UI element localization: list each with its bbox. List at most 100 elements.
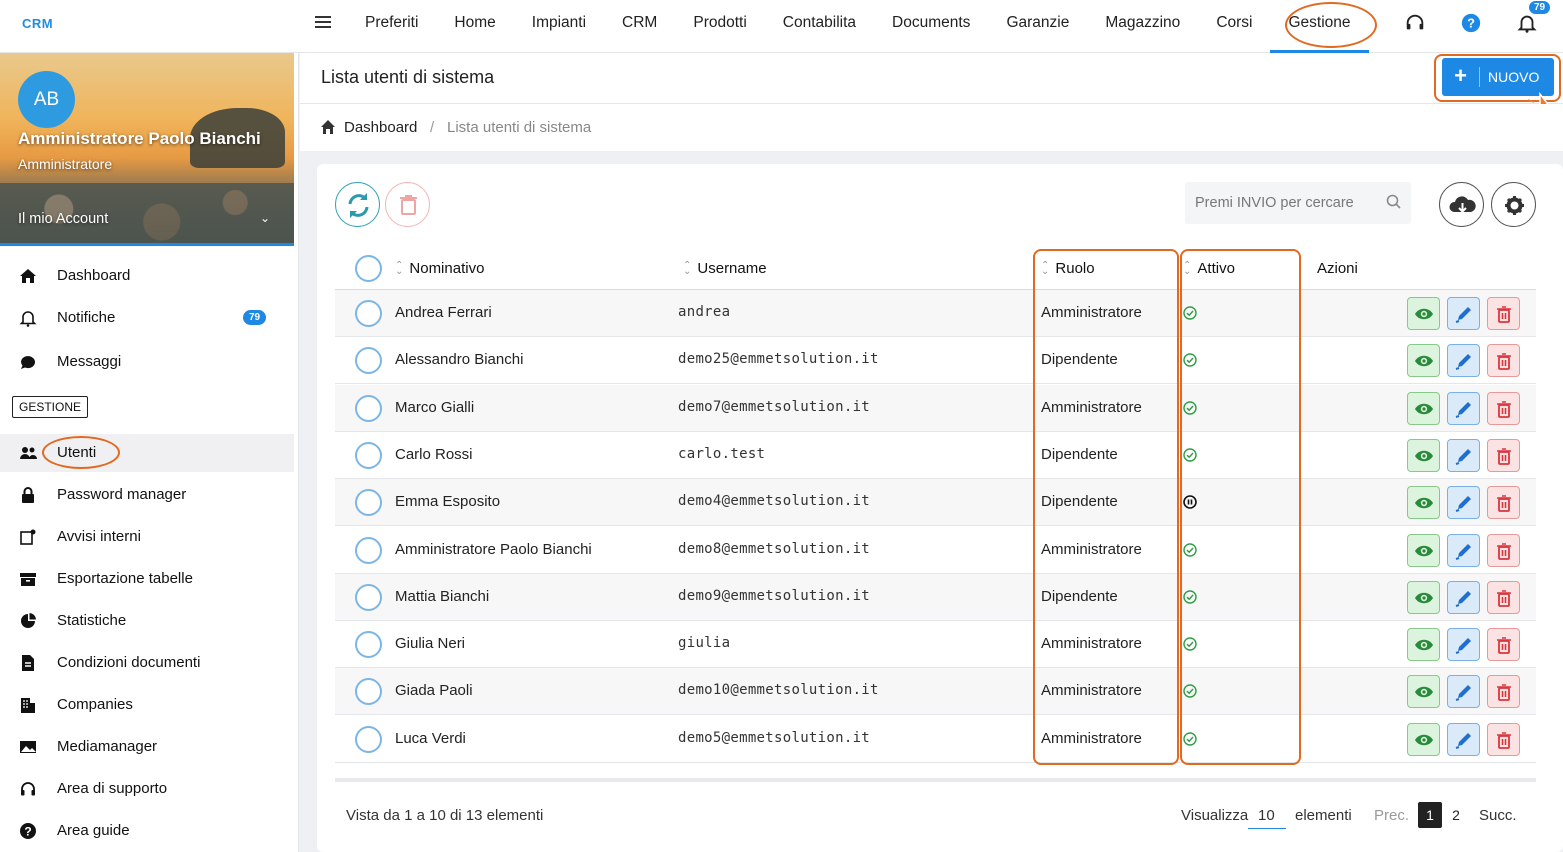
table-row[interactable]: Marco Gialli demo7@emmetsolution.it Ammini…: [335, 384, 1536, 432]
delete-button[interactable]: [1487, 486, 1520, 520]
my-account-toggle[interactable]: Il mio Account: [18, 211, 108, 227]
chevron-down-icon[interactable]: ⌄: [260, 211, 270, 225]
table-row[interactable]: Amministratore Paolo Bianchi demo8@emmets…: [335, 527, 1536, 574]
edit-button[interactable]: [1447, 675, 1480, 709]
delete-button[interactable]: [1487, 438, 1520, 472]
sidebar-item-area-di-supporto[interactable]: Area di supporto: [0, 770, 294, 808]
row-checkbox[interactable]: [355, 631, 382, 659]
delete-button[interactable]: [1487, 675, 1520, 709]
nav-tab-crm[interactable]: CRM: [604, 0, 675, 53]
sidebar-item-esportazione-tabelle[interactable]: Esportazione tabelle: [0, 560, 294, 598]
view-button[interactable]: [1407, 580, 1440, 614]
table-row[interactable]: Carlo Rossi carlo.test Dipendente: [335, 432, 1536, 479]
column-header-nominativo[interactable]: ⌃ ⌄ Nominativo: [395, 260, 484, 277]
table-row[interactable]: Alessandro Bianchi demo25@emmetsolution.i…: [335, 337, 1536, 385]
edit-button[interactable]: [1447, 722, 1480, 756]
row-checkbox[interactable]: [355, 536, 382, 564]
avatar[interactable]: AB: [18, 71, 75, 128]
nav-tab-prodotti[interactable]: Prodotti: [675, 0, 764, 53]
sidebar-item-area-guide[interactable]: ? Area guide: [0, 812, 294, 850]
delete-button[interactable]: [1487, 391, 1520, 425]
page-number-button[interactable]: 2: [1444, 802, 1468, 828]
row-checkbox[interactable]: [355, 678, 382, 706]
nav-tab-contabilita[interactable]: Contabilita: [765, 0, 874, 53]
table-row[interactable]: Luca Verdi demo5@emmetsolution.it Amminist…: [335, 716, 1536, 763]
nav-tab-corsi[interactable]: Corsi: [1198, 0, 1270, 53]
hamburger-menu-icon[interactable]: [315, 13, 331, 33]
edit-button[interactable]: [1447, 391, 1480, 425]
refresh-button[interactable]: [335, 182, 380, 227]
sidebar-item-condizioni-documenti[interactable]: Condizioni documenti: [0, 644, 294, 682]
sidebar-item-mediamanager[interactable]: Mediamanager: [0, 728, 294, 766]
view-button[interactable]: [1407, 438, 1440, 472]
column-header-attivo[interactable]: ⌃ ⌄ Attivo: [1183, 260, 1235, 277]
breadcrumb-dashboard[interactable]: Dashboard: [344, 119, 417, 136]
sidebar-item-avvisi-interni[interactable]: Avvisi interni: [0, 518, 294, 556]
next-page-button[interactable]: Succ.: [1479, 807, 1517, 824]
edit-button[interactable]: [1447, 580, 1480, 614]
sidebar-item-notifiche[interactable]: Notifiche 79: [0, 299, 294, 337]
nav-tab-home[interactable]: Home: [436, 0, 513, 53]
sidebar-item-utenti[interactable]: Utenti: [0, 434, 294, 472]
view-button[interactable]: [1407, 297, 1440, 330]
horizontal-scrollbar[interactable]: [335, 778, 1536, 782]
delete-button[interactable]: [1487, 533, 1520, 567]
sidebar-item-statistiche[interactable]: Statistiche: [0, 602, 294, 640]
settings-button[interactable]: [1491, 182, 1536, 227]
row-checkbox[interactable]: [355, 300, 382, 327]
bulk-delete-button[interactable]: [385, 182, 430, 227]
row-checkbox[interactable]: [355, 347, 382, 375]
row-checkbox[interactable]: [355, 489, 382, 517]
column-header-ruolo[interactable]: ⌃ ⌄ Ruolo: [1041, 260, 1095, 277]
view-button[interactable]: [1407, 675, 1440, 709]
edit-button[interactable]: [1447, 438, 1480, 472]
delete-button[interactable]: [1487, 580, 1520, 614]
home-icon[interactable]: [320, 119, 336, 135]
nav-tab-gestione[interactable]: Gestione: [1270, 0, 1369, 53]
view-button[interactable]: [1407, 486, 1440, 520]
edit-button[interactable]: [1447, 628, 1480, 662]
view-button[interactable]: [1407, 628, 1440, 662]
edit-button[interactable]: [1447, 297, 1480, 330]
edit-button[interactable]: [1447, 533, 1480, 567]
nav-tab-preferiti[interactable]: Preferiti: [347, 0, 436, 53]
nav-tab-garanzie[interactable]: Garanzie: [988, 0, 1087, 53]
nav-tab-magazzino[interactable]: Magazzino: [1087, 0, 1198, 53]
edit-button[interactable]: [1447, 486, 1480, 520]
table-row[interactable]: Emma Esposito demo4@emmetsolution.it Dipen…: [335, 479, 1536, 527]
row-checkbox[interactable]: [355, 441, 382, 469]
delete-button[interactable]: [1487, 628, 1520, 662]
prev-page-button[interactable]: Prec.: [1374, 807, 1409, 824]
page-size-select[interactable]: 10: [1248, 807, 1286, 829]
view-button[interactable]: [1407, 391, 1440, 425]
view-button[interactable]: [1407, 533, 1440, 567]
help-icon[interactable]: ?: [1460, 12, 1482, 34]
sidebar-item-messaggi[interactable]: Messaggi: [0, 343, 294, 381]
delete-button[interactable]: [1487, 344, 1520, 378]
row-checkbox[interactable]: [355, 583, 382, 611]
delete-button[interactable]: [1487, 297, 1520, 330]
view-button[interactable]: [1407, 722, 1440, 756]
table-row[interactable]: Mattia Bianchi demo9@emmetsolution.it Dipe…: [335, 573, 1536, 621]
sidebar-item-dashboard[interactable]: Dashboard: [0, 257, 294, 295]
select-all-checkbox[interactable]: [355, 255, 382, 282]
nav-tab-impianti[interactable]: Impianti: [514, 0, 604, 53]
delete-button[interactable]: [1487, 722, 1520, 756]
sidebar-item-companies[interactable]: Companies: [0, 686, 294, 724]
search-icon[interactable]: [1386, 194, 1402, 210]
search-input[interactable]: [1185, 182, 1375, 224]
nav-tab-documents[interactable]: Documents: [874, 0, 988, 53]
row-checkbox[interactable]: [355, 725, 382, 753]
row-checkbox[interactable]: [355, 394, 382, 422]
view-button[interactable]: [1407, 344, 1440, 378]
table-row[interactable]: Giada Paoli demo10@emmetsolution.it Ammini…: [335, 668, 1536, 716]
page-number-button[interactable]: 1: [1418, 802, 1442, 828]
table-row[interactable]: Giulia Neri giulia Amministratore: [335, 621, 1536, 669]
bell-icon[interactable]: [1516, 12, 1538, 34]
table-row[interactable]: Andrea Ferrari andrea Amministratore: [335, 290, 1536, 337]
brand-logo[interactable]: CRM: [22, 16, 53, 31]
sidebar-item-password-manager[interactable]: Password manager: [0, 476, 294, 514]
headset-icon[interactable]: [1404, 12, 1426, 34]
edit-button[interactable]: [1447, 344, 1480, 378]
column-header-username[interactable]: ⌃ ⌄ Username: [683, 260, 767, 277]
